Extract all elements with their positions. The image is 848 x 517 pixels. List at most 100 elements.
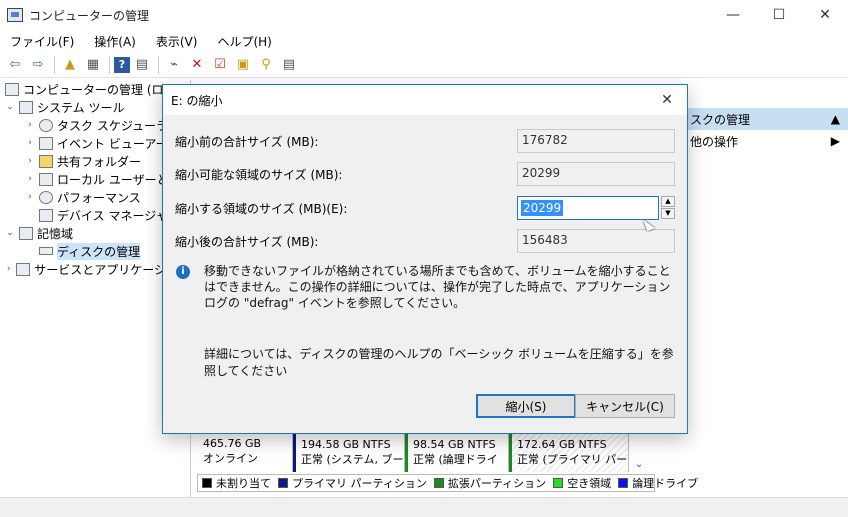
action-other-label: 他の操作 [690,134,739,149]
close-button[interactable]: ✕ [802,0,848,30]
legend-label: プライマリ パーティション [292,477,427,490]
search-icon[interactable]: ⚲ [255,55,277,75]
computer-icon [5,82,19,96]
clock-icon [39,118,53,132]
toolbar-separator [54,55,55,74]
help-message: 詳細については、ディスクの管理のヘルプの「ベーシック ボリュームを圧縮する」を参… [204,347,674,378]
chevron-up-icon[interactable]: ▲ [831,112,840,126]
forward-arrow-icon[interactable]: ⇨ [27,55,49,75]
shrink-button[interactable]: 縮小(S) [476,394,576,418]
back-arrow-icon[interactable]: ⇦ [4,55,26,75]
menu-bar: ファイル(F) 操作(A) 表示(V) ヘルプ(H) [0,30,848,52]
disk-icon [39,247,53,255]
partition-status: 正常 (システム, ブート, [301,453,404,466]
tree-label: タスク スケジューラ [57,118,168,133]
disk-legend: 未割り当て プライマリ パーティション 拡張パーティション 空き領域 論理ドライ… [197,474,698,492]
partition-block[interactable]: 194.58 GB NTFS 正常 (システム, ブート, [293,433,405,472]
performance-icon [39,190,53,204]
menu-help[interactable]: ヘルプ(H) [207,33,281,50]
window-controls: — ☐ ✕ [710,0,848,30]
up-folder-icon[interactable]: ▲ [59,55,81,75]
folder-up-icon[interactable]: ▣ [232,55,254,75]
field-label: 縮小可能な領域のサイズ (MB): [175,167,343,182]
field-label: 縮小する領域のサイズ (MB)(E): [175,201,348,216]
partition-size: 98.54 GB NTFS [413,438,496,451]
computer-management-icon [7,8,23,22]
field-value: 156483 [517,229,675,253]
menu-file[interactable]: ファイル(F) [0,33,84,50]
title-bar: コンピューターの管理 — ☐ ✕ [0,0,848,30]
legend-swatch [553,478,564,488]
spin-up-icon[interactable]: ▲ [661,196,675,207]
tree-label: ディスクの管理 [57,242,141,260]
chevron-right-icon: ▶ [830,134,840,148]
chevron-down-icon[interactable]: ⌄ [4,228,16,238]
field-value: 176782 [517,129,675,153]
device-manager-icon [39,208,53,222]
actions-header-label: ィスクの管理 [678,112,751,127]
users-icon [39,172,53,186]
connect-icon[interactable]: ⌁ [163,55,185,75]
disk-info[interactable]: 465.76 GB オンライン [193,433,293,472]
chevron-right-icon[interactable]: › [24,120,36,130]
info-icon: i [176,265,190,279]
legend-label: 論理ドライブ [632,477,699,490]
field-value: 20299 [517,162,675,186]
shrink-amount-input[interactable]: 20299 [517,196,659,220]
toolbar: ⇦ ⇨ ▲ ▦ ? ▤ ⌁ ✕ ☑ ▣ ⚲ ▤ [0,52,848,78]
legend-swatch [433,478,444,488]
disk-map: 465.76 GB オンライン 194.58 GB NTFS 正常 (システム,… [193,432,655,472]
toolbar-separator [158,55,159,74]
shrink-amount-value[interactable]: 20299 [521,200,564,216]
field-label: 縮小後の合計サイズ (MB): [175,234,319,249]
actions-header[interactable]: ィスクの管理 ▲ [660,108,848,130]
partition-block-selected[interactable]: 172.64 GB NTFS 正常 (プライマリ パー [509,433,629,472]
legend-label: 空き領域 [567,477,612,490]
tools-icon [19,100,33,114]
window-title: コンピューターの管理 [29,8,150,23]
shrink-dialog: E: の縮小 ✕ 縮小前の合計サイズ (MB): 176782 縮小可能な領域の… [162,84,688,434]
tree-label: 記憶域 [37,226,74,241]
partition-block[interactable]: 98.54 GB NTFS 正常 (論理ドライ [405,433,509,472]
chevron-right-icon[interactable]: › [24,174,36,184]
spin-down-icon[interactable]: ▼ [661,208,675,219]
scroll-down-icon[interactable]: ⌄ [629,433,649,472]
menu-action[interactable]: 操作(A) [84,33,146,50]
legend-swatch [618,478,629,488]
storage-icon [19,226,33,240]
disk-size: 465.76 GB [203,437,262,450]
chevron-right-icon[interactable]: › [24,192,36,202]
minimize-button[interactable]: — [710,0,756,30]
status-bar [0,497,848,517]
chevron-right-icon[interactable]: › [24,156,36,166]
legend-swatch [202,478,212,488]
legend-item: 論理ドライブ [618,475,698,491]
delete-icon[interactable]: ✕ [186,55,208,75]
maximize-button[interactable]: ☐ [756,0,802,30]
toolbar-separator [109,55,110,74]
console-pane-icon[interactable]: ▤ [131,55,153,75]
chevron-right-icon[interactable]: › [24,138,36,148]
legend-item: プライマリ パーティション [278,475,427,491]
field-total-before: 縮小前の合計サイズ (MB): 176782 [175,129,675,153]
dialog-close-icon[interactable]: ✕ [657,92,677,108]
tree-label: 共有フォルダー [57,154,142,169]
event-viewer-icon [39,136,53,150]
chevron-right-icon[interactable]: › [4,264,13,274]
show-hide-tree-icon[interactable]: ▦ [82,55,104,75]
info-message: 移動できないファイルが格納されている場所までも含めて、ボリュームを縮小することは… [204,264,671,310]
action-other[interactable]: 他の操作 ▶ [660,130,848,152]
partition-size: 194.58 GB NTFS [301,438,391,451]
field-shrinkable: 縮小可能な領域のサイズ (MB): 20299 [175,162,675,186]
partition-size: 172.64 GB NTFS [517,438,607,451]
chevron-down-icon[interactable]: ⌄ [4,102,16,112]
legend-item: 拡張パーティション [433,475,546,491]
help-icon[interactable]: ? [114,56,130,73]
properties-list-icon[interactable]: ▤ [278,55,300,75]
properties-check-icon[interactable]: ☑ [209,55,231,75]
partition-status: 正常 (プライマリ パー [517,453,628,466]
dialog-title-bar[interactable]: E: の縮小 ✕ [163,85,687,115]
cancel-button[interactable]: キャンセル(C) [575,394,675,418]
legend-item: 空き領域 [553,475,611,491]
menu-view[interactable]: 表示(V) [146,33,208,50]
